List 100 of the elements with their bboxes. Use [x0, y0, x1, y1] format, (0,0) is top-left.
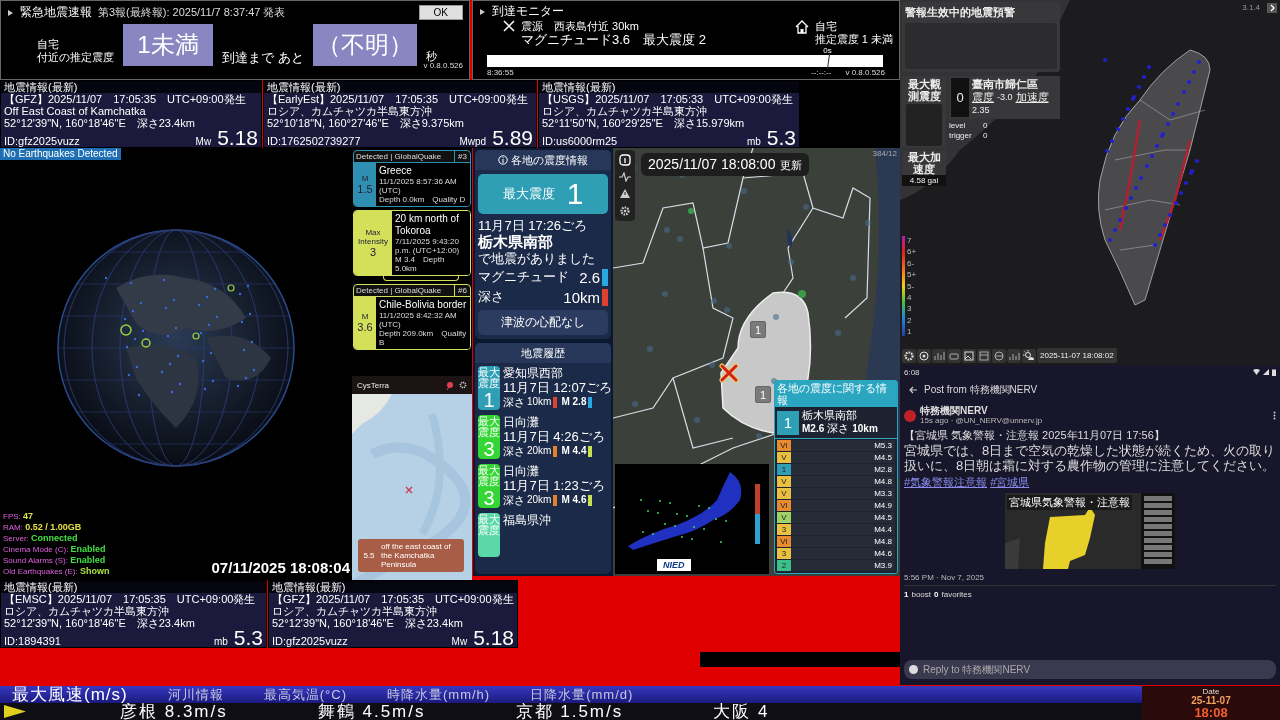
history-row[interactable]: 2 M3.9	[777, 560, 895, 571]
history-row[interactable]: 3 M4.6	[777, 548, 895, 559]
clock-text: 07/11/2025 18:08:04	[211, 559, 350, 576]
chevron-icon[interactable]	[1267, 3, 1277, 13]
stat-label: RAM:	[3, 523, 24, 532]
magnitude-value: M4.8	[874, 477, 892, 486]
magnitude-value: M3.3	[874, 489, 892, 498]
magnitude-value: 5.89	[492, 129, 533, 147]
scale-label: 5-	[907, 281, 916, 291]
ticker-item: 大阪 4	[713, 703, 770, 720]
settings-icon[interactable]	[619, 205, 631, 217]
author-name: 特務機関NERV	[920, 405, 989, 416]
magnitude-value: M4.4	[874, 525, 892, 534]
back-arrow-icon[interactable]	[908, 385, 918, 395]
level-label: level	[949, 121, 967, 131]
category-label[interactable]: 日降水量(mm/d)	[530, 686, 634, 703]
region-name: 愛知県西部	[503, 366, 564, 380]
version-text: 384/12	[872, 149, 897, 158]
panel-title: 緊急地震速報	[20, 4, 92, 21]
quake-details: M 3.4 Depth 5.0km	[395, 255, 446, 273]
intensity-badge: VI	[777, 500, 791, 511]
popup-magnitude: 5.5	[362, 551, 376, 560]
history-row[interactable]: V M4.5	[777, 512, 895, 523]
magnitude-value: 5.18	[473, 629, 514, 647]
history-row[interactable]: V M3.3	[777, 488, 895, 499]
status-text: No Earthquakes Detected	[0, 148, 121, 160]
magnitude-value: 5.3	[766, 129, 796, 147]
scale-label: 3	[907, 304, 913, 314]
category-label[interactable]: 河川情報	[167, 686, 224, 703]
date-text: 25-11-07	[1191, 695, 1231, 706]
magnitude-value: 2.6	[579, 268, 600, 286]
warning-icon[interactable]	[619, 188, 631, 199]
location-text: 52°10'18"N, 160°27'46"E 深さ9.375km	[267, 117, 465, 129]
source-line: 【EarlyEst】2025/11/07 17:05:35 UTC+09:00発生	[267, 93, 529, 105]
history-row[interactable]: 3 M4.4	[777, 524, 895, 535]
history-row[interactable]: VI M5.3	[777, 440, 895, 451]
category-label[interactable]: 時降水量(mm/h)	[386, 686, 491, 703]
acceleration-value: 2.35	[972, 104, 990, 117]
level-value: 0	[983, 121, 989, 131]
boost-count: 1	[904, 590, 909, 599]
signal-icon	[1263, 369, 1269, 375]
ok-button[interactable]: OK	[418, 5, 463, 20]
date-label: Date	[1202, 687, 1220, 696]
popup-title: off the east coast of the Kamchatka Peninsula	[381, 542, 452, 569]
quake-number: #3	[454, 151, 470, 162]
gear-icon[interactable]	[459, 381, 467, 389]
post-body: 宮城県では、8日まで空気の乾燥した状態が続くため、火の取り扱いに、8日朝は霜に対する農作物の管理に注意してください。	[904, 443, 1276, 473]
reply-field[interactable]: Reply to 特務機関NERV	[904, 660, 1276, 679]
logo-text: NIED	[657, 559, 691, 571]
more-icon[interactable]	[1273, 411, 1276, 420]
intensity-empty-box	[906, 104, 942, 146]
magnitude-value: M 4.6	[561, 493, 587, 507]
intensity-badge: V	[777, 488, 791, 499]
version-text: v 0.8.0.526	[422, 61, 463, 70]
hashtag-link[interactable]: #気象警報注意報	[904, 475, 988, 490]
badge-value: 1	[483, 389, 495, 411]
scale-label: 6+	[907, 247, 917, 257]
intensity-value: -3.0	[997, 91, 1013, 104]
category-label[interactable]: 最高気温(°C)	[263, 686, 347, 703]
depth-value: 10km	[563, 288, 600, 306]
intensity-badge: V	[777, 452, 791, 463]
magnitude-type: Mw	[195, 135, 212, 147]
badge-label: 最大震度	[478, 367, 500, 389]
waveform-icon[interactable]	[619, 172, 631, 182]
max-acceleration-label: 最大加速度	[907, 151, 941, 175]
depth-value: 10km	[852, 423, 878, 434]
magnitude-type: mb	[746, 135, 761, 147]
source-label: Detected | GlobalQuake	[355, 151, 443, 162]
quake-id: ID:gfz2025vuzz	[4, 135, 80, 147]
history-row[interactable]: 1 M2.8	[777, 464, 895, 475]
ticker-item: 彦根 8.3m/s	[120, 703, 228, 720]
panel-title: 各地の震度情報	[511, 152, 588, 168]
stat-value: Enabled	[70, 544, 106, 554]
magnitude-value: M2.6	[802, 423, 825, 434]
region-name: 日向灘	[503, 415, 540, 429]
history-row[interactable]: VI M4.9	[777, 500, 895, 511]
region-text: Off East Coast of Kamchatka	[4, 105, 147, 117]
quake-time: 7/11/2025 9:43:20 p.m. (UTC+12:00)	[395, 237, 461, 255]
info-icon[interactable]	[619, 154, 631, 166]
quake-id: ID:1894391	[4, 635, 61, 647]
max-intensity-label: 最大震度	[502, 185, 555, 203]
depth-value: 20km	[527, 493, 552, 507]
triangle-icon	[7, 8, 14, 17]
history-row[interactable]: V M4.8	[777, 476, 895, 487]
category-label[interactable]: 最大風速(m/s)	[12, 686, 128, 703]
badge-label: 最大震度	[478, 514, 500, 536]
end-time: --:--:--	[810, 68, 832, 77]
magnitude-type: mb	[213, 635, 228, 647]
boost-label: boost	[911, 590, 932, 599]
history-row[interactable]: V M4.5	[777, 452, 895, 463]
magnitude-value: M 2.8	[561, 395, 587, 409]
history-row[interactable]: VI M4.8	[777, 536, 895, 547]
place-name: Chile-Bolivia border	[379, 299, 467, 311]
avatar-icon	[909, 665, 918, 674]
hashtag-link[interactable]: #宮城県	[990, 475, 1030, 490]
region-name: 福島県沖	[503, 513, 551, 527]
marker-label: 0s	[823, 46, 832, 56]
magnitude-value: M4.9	[874, 501, 892, 510]
pin-icon[interactable]	[445, 380, 454, 390]
arrival-label: 到達まで あと	[222, 51, 304, 66]
